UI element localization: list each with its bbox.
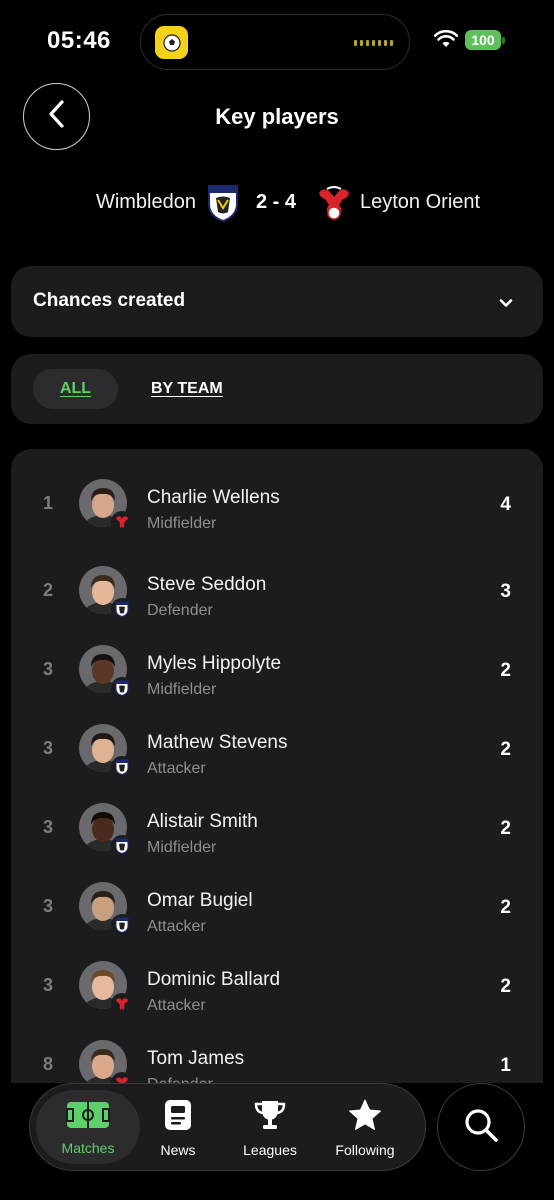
star-icon — [348, 1099, 382, 1136]
player-stat-value: 2 — [500, 897, 511, 918]
dropdown-selected-label: Chances created — [33, 290, 186, 311]
battery-indicator: 100 — [465, 30, 501, 50]
player-rank: 3 — [42, 975, 53, 995]
match-score: 2 - 4 — [256, 191, 297, 213]
news-icon — [164, 1099, 192, 1136]
player-rank: 3 — [42, 738, 53, 758]
player-stat-value: 2 — [500, 739, 511, 760]
player-name: Steve Seddon — [147, 574, 267, 595]
player-rank: 3 — [42, 817, 53, 837]
player-rank: 3 — [42, 896, 53, 916]
player-name: Dominic Ballard — [147, 969, 281, 990]
wimbledon-crest-icon — [111, 756, 133, 778]
tab-following-label: Following — [335, 1141, 395, 1158]
battery-cap — [502, 37, 505, 44]
wimbledon-crest-icon — [207, 184, 239, 227]
player-rank: 1 — [42, 493, 53, 513]
trophy-icon — [253, 1099, 287, 1136]
dynamic-island[interactable] — [140, 14, 410, 70]
player-stat-value: 4 — [500, 494, 511, 515]
player-row[interactable]: 1 Charlie Wellens Midfielder 4 — [11, 457, 543, 536]
page-title: Key players — [215, 104, 339, 129]
player-name: Omar Bugiel — [147, 890, 253, 911]
player-row[interactable]: 3 Omar Bugiel Attacker 2 — [11, 860, 543, 939]
live-activity-app-icon — [155, 26, 188, 59]
tab-matches[interactable]: Matches — [36, 1084, 140, 1172]
player-name: Myles Hippolyte — [147, 653, 282, 674]
tab-news[interactable]: News — [148, 1084, 208, 1172]
player-stat-value: 2 — [500, 660, 511, 681]
tab-following[interactable]: Following — [322, 1084, 408, 1172]
player-row[interactable]: 3 Mathew Stevens Attacker 2 — [11, 702, 543, 781]
search-icon — [463, 1107, 499, 1148]
player-position: Defender — [147, 1076, 213, 1083]
player-name: Alistair Smith — [147, 811, 258, 832]
wifi-icon — [433, 29, 459, 53]
player-row[interactable]: 3 Myles Hippolyte Midfielder 2 — [11, 623, 543, 702]
pitch-icon — [66, 1101, 110, 1134]
filter-tabs: ALL BY TEAM — [11, 354, 543, 424]
player-position: Midfielder — [147, 515, 217, 532]
player-row[interactable]: 3 Alistair Smith Midfielder 2 — [11, 781, 543, 860]
player-name: Tom James — [147, 1048, 245, 1069]
search-button[interactable] — [437, 1083, 525, 1171]
tab-by-team[interactable]: BY TEAM — [151, 369, 223, 409]
tab-news-label: News — [160, 1141, 196, 1158]
player-rank: 3 — [42, 659, 53, 679]
player-position: Attacker — [147, 918, 206, 935]
tab-leagues[interactable]: Leagues — [228, 1084, 312, 1172]
player-position: Defender — [147, 602, 213, 619]
leyton-orient-crest-icon — [111, 993, 133, 1015]
tab-matches-label: Matches — [61, 1139, 115, 1156]
status-time: 05:46 — [47, 27, 111, 54]
player-position: Midfielder — [147, 681, 217, 698]
tab-all[interactable]: ALL — [33, 369, 118, 409]
stat-type-dropdown[interactable]: Chances created — [11, 266, 543, 337]
leyton-orient-crest-icon — [315, 185, 353, 226]
player-stat-value: 2 — [500, 976, 511, 997]
match-summary[interactable]: Wimbledon 2 - 4 Leyton Orient — [0, 182, 554, 224]
leyton-orient-crest-icon — [111, 1072, 133, 1083]
wimbledon-crest-icon — [111, 677, 133, 699]
wimbledon-crest-icon — [111, 914, 133, 936]
player-stat-value: 1 — [500, 1055, 511, 1076]
player-name: Mathew Stevens — [147, 732, 288, 753]
player-rank: 8 — [42, 1054, 53, 1074]
player-name: Charlie Wellens — [147, 487, 280, 508]
audio-wave-icon — [354, 40, 393, 46]
tab-leagues-label: Leagues — [243, 1141, 297, 1158]
home-team-name: Wimbledon — [95, 191, 196, 213]
player-position: Attacker — [147, 760, 206, 777]
player-row[interactable]: 2 Steve Seddon Defender 3 — [11, 544, 543, 623]
player-stat-value: 2 — [500, 818, 511, 839]
chevron-down-icon — [499, 295, 513, 313]
status-bar: 05:46 100 — [0, 0, 554, 80]
player-stat-value: 3 — [500, 581, 511, 602]
bottom-tab-bar: Matches News Leagues Following — [29, 1083, 426, 1171]
player-position: Midfielder — [147, 839, 217, 856]
player-row[interactable]: 3 Dominic Ballard Attacker 2 — [11, 939, 543, 1018]
wimbledon-crest-icon — [111, 598, 133, 620]
player-row[interactable]: 8 Tom James Defender 1 — [11, 1018, 543, 1083]
player-list: 1 Charlie Wellens Midfielder 4 2 Steve Seddon… — [11, 449, 543, 1083]
away-team-name: Leyton Orient — [360, 191, 481, 213]
leyton-orient-crest-icon — [111, 511, 133, 533]
player-position: Attacker — [147, 997, 206, 1014]
wimbledon-crest-icon — [111, 835, 133, 857]
player-rank: 2 — [42, 580, 53, 600]
